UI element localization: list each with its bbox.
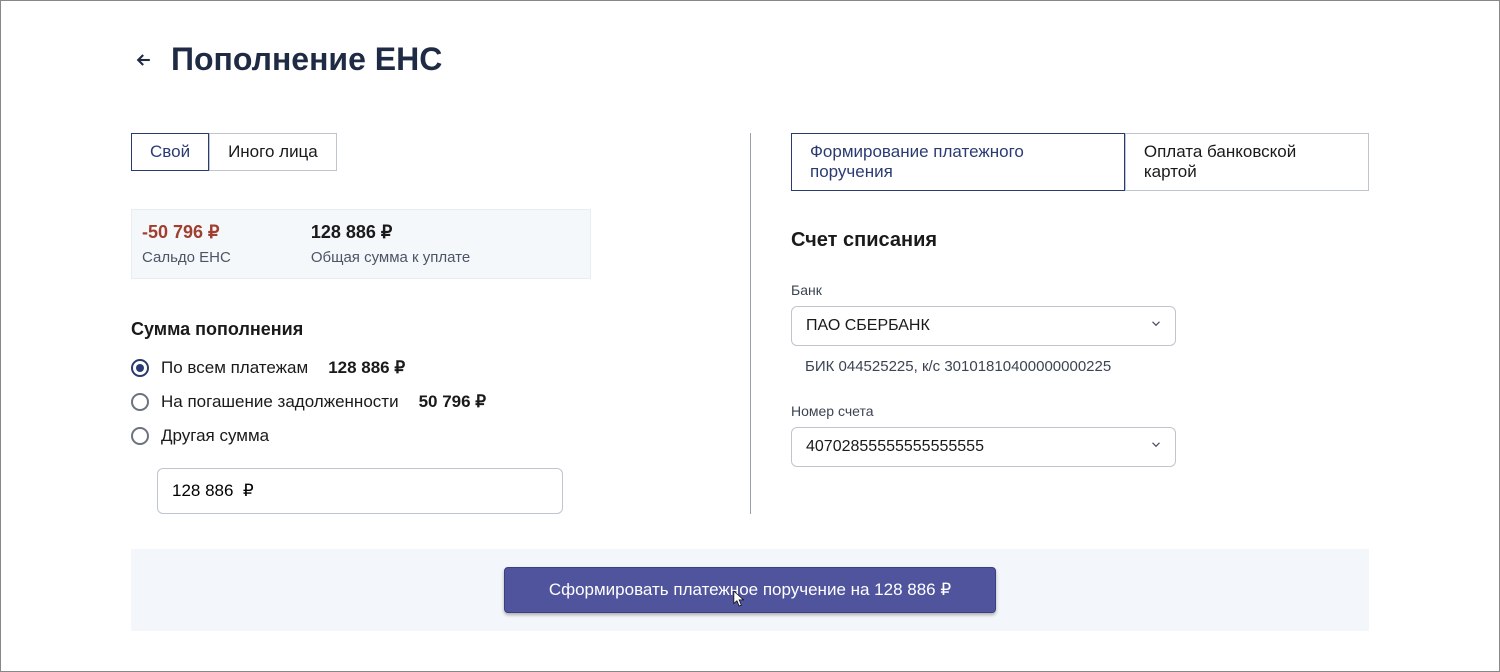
radio-icon [131, 393, 149, 411]
back-arrow-icon[interactable] [131, 47, 157, 73]
account-number-label: Номер счета [791, 403, 1369, 419]
footer-action-bar: Сформировать платежное поручение на 128 … [131, 549, 1369, 631]
radio-amount: 128 886 ₽ [328, 358, 405, 378]
amount-input[interactable] [157, 468, 563, 514]
account-number-select[interactable]: 40702855555555555555 [791, 427, 1176, 467]
tab-own[interactable]: Свой [131, 133, 209, 171]
radio-label: Другая сумма [161, 426, 269, 446]
total-due-value: 128 886 ₽ [311, 222, 470, 243]
radio-amount: 50 796 ₽ [419, 392, 487, 412]
tab-bank-card[interactable]: Оплата банковской картой [1125, 133, 1369, 191]
radio-label: По всем платежам [161, 358, 308, 378]
radio-icon [131, 359, 149, 377]
chevron-down-icon [1149, 317, 1163, 336]
bank-select[interactable]: ПАО СБЕРБАНК [791, 306, 1176, 346]
total-due-label: Общая сумма к уплате [311, 249, 470, 266]
radio-debt[interactable]: На погашение задолженности 50 796 ₽ [131, 392, 710, 412]
balance-summary: -50 796 ₽ Сальдо ЕНС 128 886 ₽ Общая сум… [131, 209, 591, 279]
cursor-icon [733, 590, 747, 613]
debit-account-title: Счет списания [791, 229, 1369, 252]
right-column: Формирование платежного поручения Оплата… [750, 133, 1369, 514]
tab-other-person[interactable]: Иного лица [209, 133, 337, 171]
account-number-value: 40702855555555555555 [806, 438, 984, 455]
left-column: Свой Иного лица -50 796 ₽ Сальдо ЕНС 128… [131, 133, 750, 514]
saldo-value: -50 796 ₽ [142, 222, 231, 243]
radio-other-amount[interactable]: Другая сумма [131, 426, 710, 446]
submit-button[interactable]: Сформировать платежное поручение на 128 … [504, 567, 996, 613]
payment-method-tabs: Формирование платежного поручения Оплата… [791, 133, 1369, 191]
app-frame: Пополнение ЕНС Свой Иного лица -50 796 ₽… [0, 0, 1500, 672]
bank-field-label: Банк [791, 282, 1369, 298]
radio-icon [131, 427, 149, 445]
owner-tabs: Свой Иного лица [131, 133, 710, 171]
total-due-block: 128 886 ₽ Общая сумма к уплате [311, 222, 470, 266]
content-columns: Свой Иного лица -50 796 ₽ Сальдо ЕНС 128… [131, 133, 1369, 514]
amount-section-title: Сумма пополнения [131, 319, 710, 340]
page-title: Пополнение ЕНС [171, 41, 442, 78]
tab-payment-order[interactable]: Формирование платежного поручения [791, 133, 1125, 191]
radio-all-payments[interactable]: По всем платежам 128 886 ₽ [131, 358, 710, 378]
chevron-down-icon [1149, 438, 1163, 457]
bank-select-value: ПАО СБЕРБАНК [806, 317, 930, 334]
radio-label: На погашение задолженности [161, 392, 399, 412]
bank-details-text: БИК 044525225, к/с 30101810400000000225 [791, 358, 1369, 375]
saldo-label: Сальдо ЕНС [142, 249, 231, 266]
saldo-block: -50 796 ₽ Сальдо ЕНС [142, 222, 231, 266]
page-header: Пополнение ЕНС [131, 41, 1369, 78]
